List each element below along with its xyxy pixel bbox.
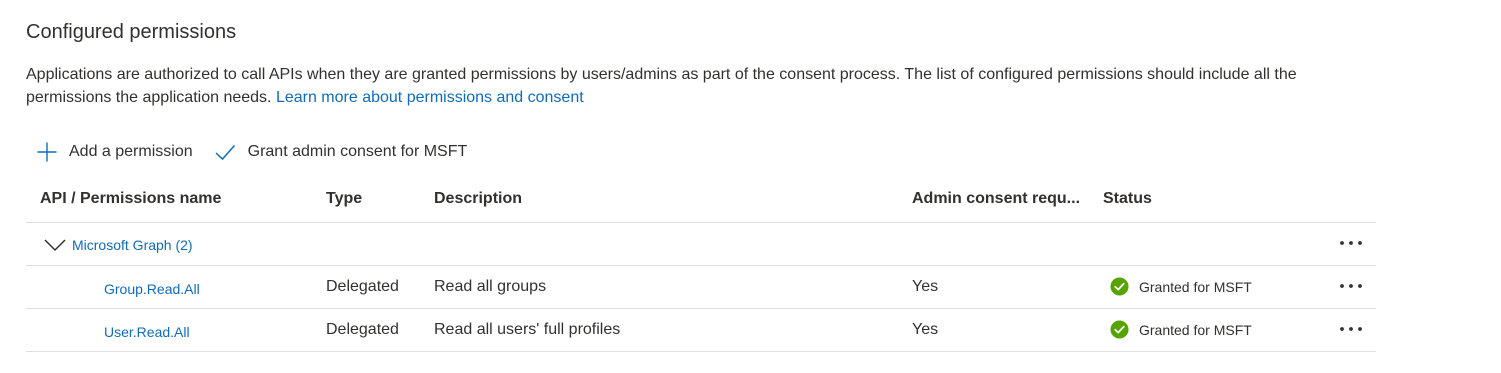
column-header-api-permissions-name[interactable]: API / Permissions name: [40, 190, 221, 208]
status-badge: Granted for MSFT: [1110, 320, 1252, 339]
more-options-icon[interactable]: [1336, 319, 1366, 339]
column-header-status[interactable]: Status: [1103, 190, 1152, 208]
admin-consent-required: Yes: [912, 321, 939, 338]
more-options-icon[interactable]: [1336, 233, 1366, 253]
permission-description: Read all users' full profiles: [434, 321, 621, 338]
grant-admin-consent-button[interactable]: Grant admin consent for MSFT: [214, 141, 468, 163]
group-name-link[interactable]: Microsoft Graph (2): [72, 237, 193, 253]
column-header-admin-consent[interactable]: Admin consent requ...: [912, 190, 1080, 208]
status-text: Granted for MSFT: [1139, 278, 1252, 295]
add-permission-button[interactable]: Add a permission: [36, 141, 193, 163]
section-title: Configured permissions: [26, 21, 237, 43]
column-header-type[interactable]: Type: [326, 190, 362, 208]
permission-name-link[interactable]: User.Read.All: [104, 324, 190, 340]
permission-type: Delegated: [326, 321, 399, 338]
plus-icon: [37, 142, 57, 162]
permission-type: Delegated: [326, 278, 399, 295]
learn-more-link[interactable]: Learn more about permissions and consent: [276, 89, 584, 106]
chevron-down-icon[interactable]: [43, 236, 67, 254]
permission-name-link[interactable]: Group.Read.All: [104, 281, 200, 297]
permissions-toolbar: Add a permission Grant admin consent for…: [36, 139, 467, 165]
table-header: API / Permissions name Type Description …: [26, 178, 1376, 223]
permission-description: Read all groups: [434, 278, 547, 295]
description-text: Applications are authorized to call APIs…: [26, 66, 1297, 106]
section-description: Applications are authorized to call APIs…: [26, 63, 1371, 109]
add-permission-label: Add a permission: [69, 143, 193, 160]
table-row: User.Read.All Delegated Read all users' …: [26, 309, 1376, 352]
check-circle-icon: [1110, 320, 1129, 339]
table-row: Group.Read.All Delegated Read all groups…: [26, 266, 1376, 309]
status-badge: Granted for MSFT: [1110, 277, 1252, 296]
status-text: Granted for MSFT: [1139, 321, 1252, 338]
check-circle-icon: [1110, 277, 1129, 296]
more-options-icon[interactable]: [1336, 276, 1366, 296]
column-header-description[interactable]: Description: [434, 190, 522, 208]
checkmark-icon: [215, 145, 235, 161]
group-row-microsoft-graph: Microsoft Graph (2): [26, 223, 1376, 266]
admin-consent-required: Yes: [912, 278, 939, 295]
permissions-table: API / Permissions name Type Description …: [26, 178, 1376, 352]
grant-admin-consent-label: Grant admin consent for MSFT: [247, 143, 468, 160]
